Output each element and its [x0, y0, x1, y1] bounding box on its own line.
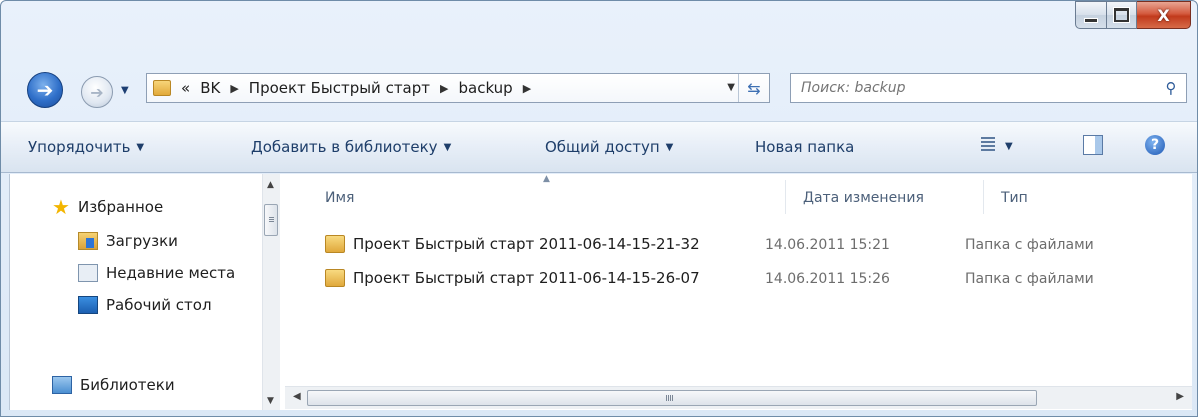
column-header-date[interactable]: Дата изменения [803, 190, 924, 206]
folder-icon [153, 80, 171, 96]
file-name-cell: Проект Быстрый старт 2011-06-14-15-21-32 [325, 235, 700, 253]
help-icon[interactable]: ? [1145, 135, 1165, 155]
refresh-button[interactable]: ⇆ [738, 74, 769, 102]
folder-icon [325, 235, 345, 253]
add-to-library-label: Добавить в библиотеку [251, 138, 438, 156]
file-type: Папка с файлами [965, 271, 1094, 287]
organize-button[interactable]: Упорядочить ▼ [28, 138, 144, 156]
breadcrumb-separator-icon[interactable]: ▶ [230, 82, 238, 95]
close-button[interactable]: X [1137, 1, 1191, 29]
scroll-down-icon[interactable]: ▼ [267, 396, 274, 406]
chevron-down-icon: ▼ [136, 142, 145, 153]
share-label: Общий доступ [545, 138, 660, 156]
nav-item-label: Рабочий стол [106, 296, 212, 314]
breadcrumb-separator-icon[interactable]: ▶ [440, 82, 448, 95]
column-divider[interactable] [983, 180, 984, 214]
nav-item-desktop[interactable]: Рабочий стол [78, 296, 212, 314]
nav-pane-scrollbar[interactable]: ▲ ▼ [262, 174, 280, 410]
explorer-window: X ➔ ➔ ▼ « BK ▶ Проект Быстрый старт ▶ ba… [0, 0, 1198, 417]
refresh-icon: ⇆ [747, 78, 761, 98]
address-dropdown-icon[interactable]: ▼ [727, 82, 735, 93]
nav-item-label: Избранное [78, 198, 164, 216]
nav-item-downloads[interactable]: Загрузки [78, 232, 178, 250]
nav-item-label: Загрузки [106, 232, 178, 250]
scroll-right-icon[interactable]: ▶ [1176, 391, 1184, 402]
preview-pane-icon[interactable] [1083, 135, 1103, 155]
chevron-down-icon: ▼ [665, 142, 674, 153]
caption-buttons: X [1075, 1, 1191, 31]
recent-places-icon [78, 264, 98, 282]
close-icon: X [1157, 5, 1170, 25]
nav-item-label: Недавние места [106, 264, 236, 282]
desktop-icon [78, 296, 98, 314]
organize-label: Упорядочить [28, 138, 131, 156]
column-header-type[interactable]: Тип [1001, 190, 1028, 206]
chevron-down-icon: ▼ [443, 142, 452, 153]
minimize-icon [1084, 17, 1098, 23]
address-bar[interactable]: « BK ▶ Проект Быстрый старт ▶ backup ▶ ▼… [146, 73, 770, 103]
navigation-pane: ★ Избранное Загрузки Недавние места Рабо… [10, 174, 260, 410]
file-date: 14.06.2011 15:26 [765, 271, 890, 287]
libraries-icon [52, 376, 72, 394]
command-bar: Упорядочить ▼ Добавить в библиотеку ▼ Общи… [1, 121, 1197, 173]
file-name: Проект Быстрый старт 2011-06-14-15-26-07 [353, 269, 700, 287]
breadcrumb-overflow[interactable]: « [181, 79, 190, 97]
content-area: ★ Избранное Загрузки Недавние места Рабо… [9, 174, 1192, 410]
maximize-icon [1114, 8, 1129, 22]
nav-item-favorites[interactable]: ★ Избранное [52, 195, 164, 219]
breadcrumb-item-backup[interactable]: backup [458, 79, 512, 97]
scrollbar-thumb[interactable] [307, 390, 1037, 406]
search-icon[interactable]: ⚲ [1156, 79, 1186, 97]
scrollbar-thumb[interactable] [264, 204, 278, 236]
navigation-row: ➔ ➔ ▼ « BK ▶ Проект Быстрый старт ▶ back… [1, 63, 1197, 111]
back-arrow-icon: ➔ [36, 78, 54, 102]
downloads-icon [78, 232, 98, 250]
breadcrumb-item-bk[interactable]: BK [200, 79, 220, 97]
sort-ascending-icon: ▲ [543, 174, 550, 184]
breadcrumb: « BK ▶ Проект Быстрый старт ▶ backup ▶ [181, 79, 541, 97]
file-name: Проект Быстрый старт 2011-06-14-15-21-32 [353, 235, 700, 253]
grip-icon [666, 395, 674, 401]
maximize-button[interactable] [1107, 1, 1137, 29]
views-icon[interactable] [981, 137, 995, 151]
new-folder-label: Новая папка [755, 138, 855, 156]
share-button[interactable]: Общий доступ ▼ [545, 138, 673, 156]
add-to-library-button[interactable]: Добавить в библиотеку ▼ [251, 138, 451, 156]
file-list: ▲ Имя Дата изменения Тип Проект Быстрый … [285, 174, 1192, 410]
file-list-scrollbar[interactable]: ◀ ▶ [285, 386, 1192, 409]
grip-icon [269, 217, 274, 223]
nav-item-recent[interactable]: Недавние места [78, 264, 235, 282]
recent-pages-dropdown[interactable]: ▼ [121, 85, 129, 96]
nav-item-libraries[interactable]: Библиотеки [52, 376, 175, 394]
forward-button[interactable]: ➔ [81, 76, 113, 108]
scroll-up-icon[interactable]: ▲ [267, 180, 274, 190]
star-icon: ★ [52, 195, 70, 219]
forward-arrow-icon: ➔ [90, 82, 104, 102]
back-button[interactable]: ➔ [27, 72, 63, 108]
new-folder-button[interactable]: Новая папка [755, 138, 854, 156]
search-box[interactable]: ⚲ [790, 73, 1187, 103]
minimize-button[interactable] [1075, 1, 1107, 29]
column-divider[interactable] [785, 180, 786, 214]
folder-icon [325, 269, 345, 287]
file-name-cell: Проект Быстрый старт 2011-06-14-15-26-07 [325, 269, 700, 287]
breadcrumb-separator-icon[interactable]: ▶ [523, 82, 531, 95]
file-date: 14.06.2011 15:21 [765, 237, 890, 253]
column-header-name[interactable]: Имя [325, 190, 354, 206]
views-dropdown-icon[interactable]: ▼ [1005, 141, 1013, 152]
scroll-left-icon[interactable]: ◀ [293, 391, 301, 402]
file-type: Папка с файлами [965, 237, 1094, 253]
nav-item-label: Библиотеки [80, 376, 175, 394]
table-row[interactable]: Проект Быстрый старт 2011-06-14-15-21-32… [325, 232, 1185, 258]
search-input[interactable] [799, 79, 1156, 97]
breadcrumb-item-project[interactable]: Проект Быстрый старт [249, 79, 430, 97]
table-row[interactable]: Проект Быстрый старт 2011-06-14-15-26-07… [325, 266, 1185, 292]
